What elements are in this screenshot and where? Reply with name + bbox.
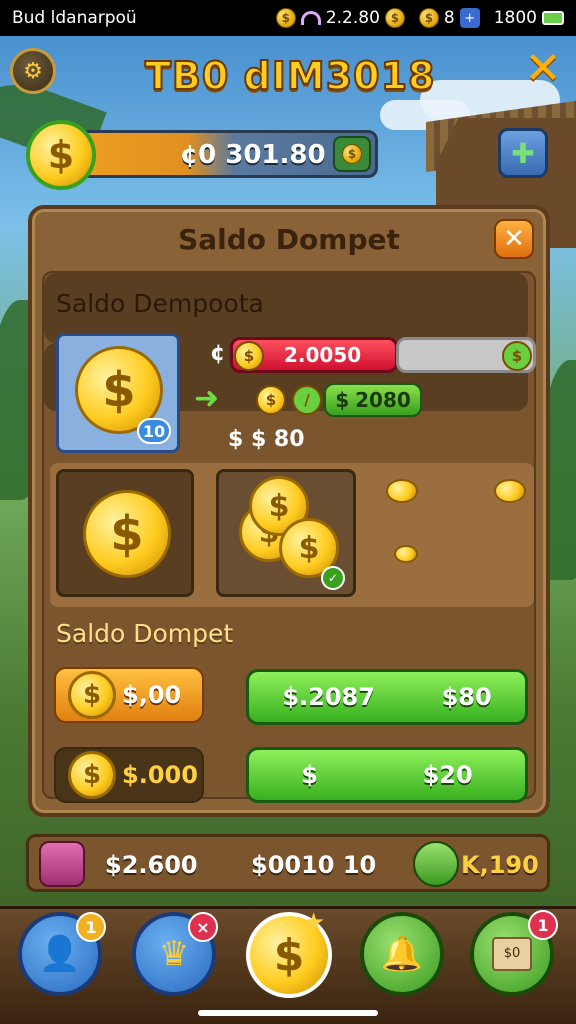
wallet-panel: Saldo Dompet ✕ Saldo Dempoota $ 10 ¢ $ 2… [28,205,550,817]
buy-button-price: $80 [441,683,492,711]
gear-icon: ⚙ [23,58,43,84]
resource-left-value: $2.600 [105,851,198,879]
gift-box-icon: $0 [492,937,532,971]
panel-inner: Saldo Dempoota $ 10 ¢ $ 2.0050 $ ➜ $ / $… [42,271,536,803]
shop-icon: ♛ [158,934,190,974]
notification-badge: × [188,912,218,942]
section-title: Saldo Dompet [56,619,234,648]
coin-tile[interactable]: $ 10 [56,333,180,453]
buy-button[interactable]: $.2087 $80 [246,669,528,725]
progress-value: 2.0050 [284,343,362,367]
shop-tile-coin-pile[interactable]: $ $ $ ✓ [216,469,356,597]
game-logo: TB0 dIM3018 [144,53,436,99]
status-battery: 1800 [494,8,564,28]
trophy-icon[interactable] [39,841,85,887]
coin-icon: $ [26,120,96,190]
buy-button-price: $20 [422,761,473,789]
wifi-icon [300,11,321,25]
notification-badge: 1 [76,912,106,942]
dollar-icon: $ [335,388,350,412]
battery-icon [542,11,564,25]
buy-button-amount: $.2087 [282,683,375,711]
coin-icon: $ [342,144,362,164]
arrow-right-icon: ➜ [194,381,220,416]
coin-icon: $ [502,341,532,371]
notification-badge: 1 [528,910,558,940]
coin-icon [386,479,418,503]
panel-title: Saldo Dompet [178,223,400,256]
buy-button-amount: $ [301,761,318,789]
green-value: 2080 [355,388,411,412]
coin-icon [394,545,418,563]
settings-button[interactable]: ⚙ [10,48,56,94]
battery-value: 1800 [493,8,537,28]
home-indicator [198,1010,378,1016]
nav-quest-button[interactable]: 🔔 [360,912,444,996]
carrier-label: Bud ldanarpoü [12,8,137,28]
coin-icon: $ [234,341,264,371]
status-coins: $ 2.2.80 $ [275,8,405,28]
balance-amount: ¢0 301.80 [180,140,326,170]
coin-icon: $ [418,8,439,28]
coin-icon [494,479,526,503]
cost-line: $ $ 80 [228,427,305,452]
chat-icon[interactable] [413,841,459,887]
progress-prefix: ¢ [210,341,226,366]
plus-icon[interactable]: + [459,8,480,28]
balance-prefix: ¢0 [180,140,217,170]
check-icon: / [292,385,322,415]
coin-icon: $ [68,751,116,799]
close-icon[interactable]: ✕ [520,46,566,92]
balance-value: 301.80 [225,140,326,170]
coin-icon: $ [68,671,116,719]
coin-icon: $ [275,8,296,28]
puzzle-icon: ✚ [511,136,535,170]
green-value-pill: $ 2080 [324,383,422,417]
resource-right-value: K,190 [461,851,539,879]
section-title: Saldo Dempoota [56,289,264,318]
puzzle-button[interactable]: ✚ [498,128,548,178]
resource-mid-value: $0010 10 [251,851,377,879]
offer-left-value: $.000 [122,761,198,789]
coin-icon: $ [256,385,286,415]
status-coins-value: 2.2.80 [325,8,380,28]
bell-icon: 🔔 [380,934,424,974]
status-gems-value: 8 [443,8,455,28]
status-bar: Bud ldanarpoü $ 2.2.80 $ $ 8 + 1800 [0,0,576,36]
panel-close-button[interactable]: ✕ [494,219,534,259]
buy-button[interactable]: $ $20 [246,747,528,803]
offer-left-value: $,00 [122,681,182,709]
coin-icon: $ [83,490,171,578]
star-icon: ★ [302,908,326,938]
coin-icon: $ [273,929,305,981]
check-icon: ✓ [321,566,345,590]
add-coins-button[interactable]: $ [333,136,371,172]
shop-tile-single-coin[interactable]: $ [56,469,194,597]
coin-count-badge: 10 [137,418,171,444]
resource-strip: $2.600 $0010 10 K,190 [26,834,550,892]
coin-icon: $ [384,8,405,28]
status-gems: $ 8 + [418,8,480,28]
avatar-icon: 👤 [38,934,82,974]
